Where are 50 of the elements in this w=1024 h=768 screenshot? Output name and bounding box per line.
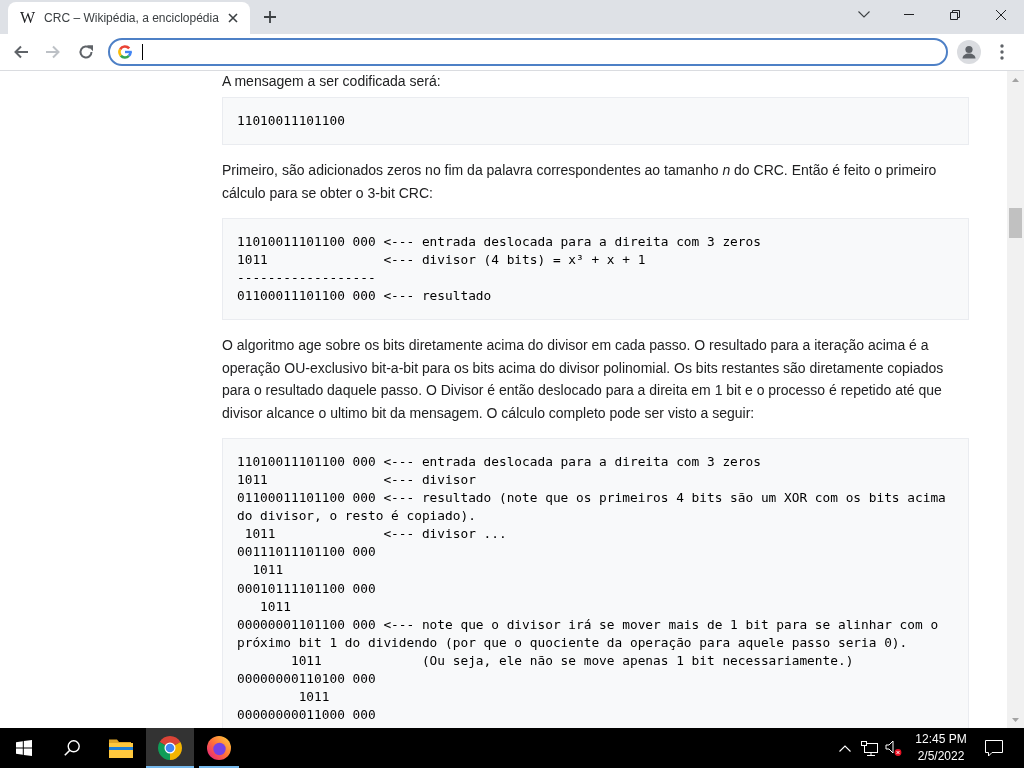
code-line: 00000001101100 000 <--- note que o divisor irá se mover mais de 1 bit para se alinhar com o <box>237 615 939 634</box>
scrollbar[interactable] <box>1007 71 1024 728</box>
code-line: do divisor, o resto é copiado). <box>237 507 476 526</box>
chevron-down-icon[interactable] <box>858 11 870 18</box>
code-line: 00010111101100 000 <box>237 579 376 598</box>
back-arrow-icon[interactable] <box>13 44 29 60</box>
code-line: 11010011101100 000 <--- entrada deslocada para a direita com 3 zeros <box>237 232 761 251</box>
code-line: 1011 <box>259 597 291 616</box>
code-line: 00000000110100 000 <box>237 670 376 689</box>
chevron-up-icon[interactable] <box>839 744 851 752</box>
code-line: 1011 <--- divisor <box>237 471 476 489</box>
reload-icon[interactable] <box>78 44 94 60</box>
code-line: 01100011101100 000 <--- resultado <box>237 287 492 306</box>
windows-logo-icon[interactable] <box>16 740 32 756</box>
code-line: 1011 (Ou seja, ele não se move apenas 1 bit necessariamente.) <box>289 651 854 670</box>
code-line: 1011 <--- divisor (4 bits) = x³ + x + 1 <box>237 251 646 269</box>
code-line: ------------------ <box>237 269 376 288</box>
code-line: 00111011101100 000 <box>237 543 376 562</box>
menu-icon[interactable] <box>1000 44 1004 60</box>
firefox-icon[interactable] <box>207 736 231 760</box>
code-line: 1011 <box>251 561 284 580</box>
taskbar-button[interactable] <box>146 728 194 768</box>
code-line: próximo bit 1 do dividendo (por que o quociente da operação para aquele passo seria 0). <box>237 633 908 652</box>
paragraph: O algoritmo age sobre os bits diretamente acima do divisor em cada passo. O resultado para a iteração acima é a operação OU-exclusivo bit-a-bit para os bits acima do divisor polinomial. Os bits restantes são diretamente copiados para o resultado daquele passo. O Divisor é então deslocado para a direita em 1 bit e o processo é repetido até que divisor alcance o ultimo bit da mensagem. O cálculo completo pode ser visto a seguir: <box>222 336 945 423</box>
code-line: 1011 <box>297 688 330 707</box>
code-line: 11010011101100 000 <--- entrada deslocada para a direita com 3 zeros <box>237 452 761 471</box>
paragraph: A mensagem a ser codificada será: <box>222 72 442 90</box>
plus-icon[interactable] <box>264 11 276 23</box>
g-icon <box>117 44 133 60</box>
speaker-icon[interactable] <box>884 740 902 756</box>
code-line: 1011 <--- divisor ... <box>243 525 507 544</box>
text-cursor-icon <box>142 44 143 60</box>
paragraph: Primeiro, são adicionados zeros no fim da palavra correspondentes ao tamanho n do CRC. Então é feito o primeiro cálculo para se obter o 3-bit CRC: <box>222 161 938 203</box>
browser-tab[interactable]: W CRC – Wikipédia, a enciclopédia <box>8 2 250 34</box>
restore-icon[interactable] <box>950 9 960 20</box>
address-bar[interactable] <box>108 38 948 66</box>
chrome-icon[interactable] <box>158 736 182 760</box>
code-line: 11010011101100 <box>237 112 345 130</box>
speech-bubble-icon[interactable] <box>985 739 1003 757</box>
folder-icon[interactable] <box>109 738 133 758</box>
search-icon[interactable] <box>64 740 80 756</box>
code-line: 01100011101100 000 <--- resultado (note que os primeiros 4 bits são um XOR com os bits acima <box>237 489 946 508</box>
monitor-icon[interactable] <box>860 740 878 756</box>
tab-title: CRC – Wikipédia, a enciclopédia <box>44 11 220 25</box>
scrollbar-thumb[interactable] <box>1009 208 1022 238</box>
avatar-icon[interactable] <box>957 40 981 64</box>
clock[interactable]: 12:45 PM 2/5/2022 <box>909 728 973 768</box>
close-icon[interactable] <box>996 9 1006 20</box>
code-line: 00000000011000 000 <box>237 706 376 725</box>
tab-favicon: W <box>20 10 36 26</box>
